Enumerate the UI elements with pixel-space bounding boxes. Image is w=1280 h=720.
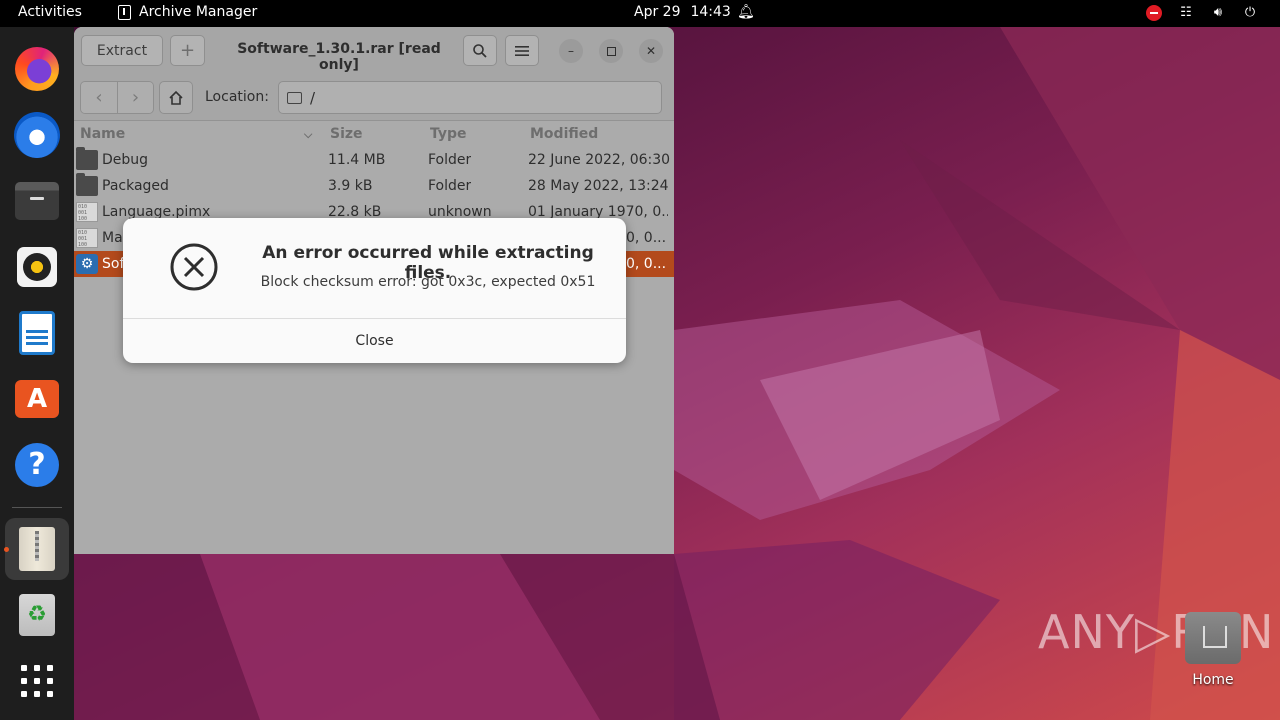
dock-help[interactable]: ?: [13, 441, 61, 489]
close-icon: ✕: [645, 44, 657, 58]
thunderbird-icon: [14, 112, 60, 158]
file-type: Folder: [428, 152, 472, 168]
file-modified: 0, 0...: [626, 256, 667, 272]
column-size[interactable]: Size: [330, 126, 363, 142]
binary-file-icon: 010 001 100: [76, 202, 98, 222]
file-name: Ma: [102, 230, 123, 246]
home-location-button[interactable]: [159, 81, 193, 114]
location-path: /: [310, 88, 316, 107]
folder-icon: [76, 147, 98, 170]
file-modified: 22 June 2022, 06:30: [528, 152, 671, 168]
add-files-button[interactable]: +: [170, 35, 205, 66]
desktop-home-shortcut[interactable]: Home: [1180, 612, 1246, 688]
search-icon: [473, 43, 487, 58]
rhythmbox-icon: [17, 247, 57, 287]
top-bar: Activities Archive Manager Apr 29 14:43 …: [0, 0, 1280, 27]
minimize-icon: –: [568, 44, 574, 58]
dock-rhythmbox[interactable]: [13, 243, 61, 291]
file-list-header: Name ⌵ Size Type Modified: [74, 122, 674, 147]
binary-file-icon: 010 001 100: [76, 228, 98, 248]
clock-date: Apr 29: [634, 4, 681, 20]
app-center-icon: A: [15, 380, 59, 418]
column-type[interactable]: Type: [430, 126, 467, 142]
file-size: 11.4 MB: [328, 152, 386, 168]
dock: A ? ♻: [0, 27, 74, 720]
do-not-disturb-icon[interactable]: [1146, 5, 1162, 21]
column-name[interactable]: Name: [80, 126, 125, 142]
table-row[interactable]: Packaged 3.9 kB Folder 28 May 2022, 13:2…: [74, 173, 674, 199]
clock-time: 14:43: [690, 4, 731, 20]
file-name: Packaged: [102, 178, 169, 194]
menu-button[interactable]: [505, 35, 539, 66]
file-type: Folder: [428, 178, 472, 194]
desktop-home-label: Home: [1192, 672, 1234, 688]
back-button[interactable]: ‹: [81, 82, 117, 113]
home-icon: [169, 90, 183, 105]
network-icon[interactable]: ☷: [1178, 5, 1194, 21]
search-button[interactable]: [463, 35, 497, 66]
running-indicator: [4, 547, 9, 552]
close-button[interactable]: Close: [123, 319, 626, 363]
app-menu-label: Archive Manager: [139, 4, 258, 20]
dock-thunderbird[interactable]: [13, 111, 61, 159]
writer-icon: [19, 311, 55, 355]
activities-button[interactable]: Activities: [18, 4, 82, 20]
archive-manager-icon: [118, 4, 131, 20]
app-menu[interactable]: Archive Manager: [118, 4, 257, 20]
home-folder-icon: [1185, 612, 1241, 664]
maximize-button[interactable]: [599, 39, 623, 63]
hamburger-menu-icon: [515, 45, 529, 56]
folder-icon: [287, 91, 302, 104]
location-label: Location:: [205, 89, 269, 105]
window-title: Software_1.30.1.rar [read only]: [237, 41, 441, 73]
notification-bell-icon[interactable]: 🔔︎: [737, 4, 755, 20]
file-size: 3.9 kB: [328, 178, 373, 194]
executable-icon: ⚙: [76, 254, 98, 274]
show-apps-icon: [21, 665, 53, 697]
error-dialog: An error occurred while extracting files…: [123, 218, 626, 363]
dock-trash[interactable]: ♻: [13, 591, 61, 639]
dock-archive-manager[interactable]: [5, 518, 69, 580]
maximize-icon: [606, 46, 616, 56]
volume-icon[interactable]: 🔊︎: [1210, 5, 1226, 21]
file-modified: 28 May 2022, 13:24: [528, 178, 669, 194]
location-toolbar: ‹ › Location: /: [74, 73, 674, 121]
close-window-button[interactable]: ✕: [639, 39, 663, 63]
clock[interactable]: Apr 29 14:43: [634, 4, 731, 20]
sort-chevron-down-icon[interactable]: ⌵: [304, 128, 312, 142]
dock-firefox[interactable]: [13, 45, 61, 93]
file-name: Debug: [102, 152, 149, 168]
dock-app-center[interactable]: A: [13, 375, 61, 423]
file-modified: 0, 0...: [626, 230, 667, 246]
dock-separator: [12, 507, 62, 508]
system-tray[interactable]: ☷ 🔊︎ ⏻: [1146, 5, 1258, 21]
dock-show-apps[interactable]: [13, 657, 61, 705]
chevron-right-icon: ›: [131, 87, 140, 108]
dock-files[interactable]: [13, 177, 61, 225]
extract-button[interactable]: Extract: [81, 35, 163, 66]
forward-button[interactable]: ›: [117, 82, 153, 113]
file-name: Sof: [102, 256, 125, 272]
dialog-message: Block checksum error: got 0x3c, expected…: [260, 274, 596, 290]
nav-buttons: ‹ ›: [80, 81, 154, 114]
folder-icon: [76, 173, 98, 196]
chevron-left-icon: ‹: [95, 87, 103, 108]
firefox-icon: [15, 47, 59, 91]
error-circle-x-icon: [170, 243, 218, 291]
dock-writer[interactable]: [13, 309, 61, 357]
archive-manager-icon: [19, 527, 55, 571]
location-field[interactable]: /: [278, 81, 662, 114]
table-row[interactable]: Debug 11.4 MB Folder 22 June 2022, 06:30: [74, 147, 674, 173]
power-icon[interactable]: ⏻: [1242, 5, 1258, 21]
trash-icon: ♻: [19, 594, 55, 636]
files-icon: [15, 182, 59, 220]
column-modified[interactable]: Modified: [530, 126, 598, 142]
header-bar: Extract + Software_1.30.1.rar [read only…: [74, 27, 674, 73]
minimize-button[interactable]: –: [559, 39, 583, 63]
help-icon: ?: [15, 443, 59, 487]
